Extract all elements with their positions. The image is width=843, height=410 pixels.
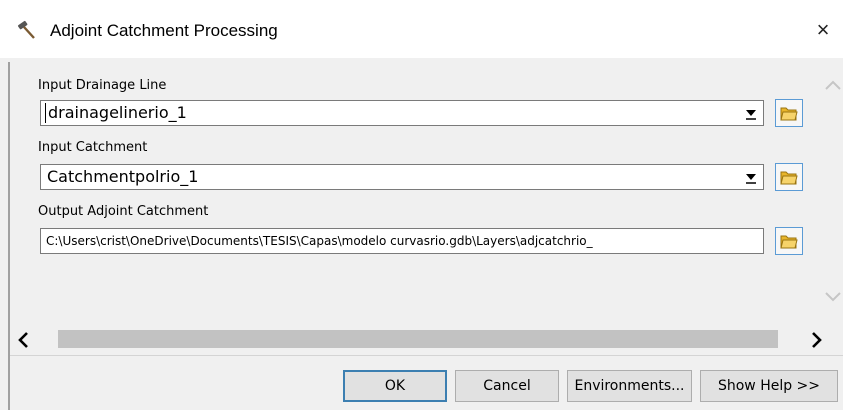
divider [10,355,843,356]
show-help-button[interactable]: Show Help >> [700,370,838,402]
folder-open-icon [780,107,798,121]
scrollbar-thumb[interactable] [58,330,778,348]
output-catchment-label: Output Adjoint Catchment [38,204,209,219]
parameters-panel: Input Drainage Line drainagelinerio_1 In… [10,62,843,322]
chevron-down-icon[interactable] [743,169,759,185]
folder-open-icon [780,235,798,249]
close-button[interactable]: × [803,12,843,48]
catchment-value: Catchmentpolrio_1 [47,167,199,186]
drainage-line-browse-button[interactable] [775,99,803,127]
scroll-down-icon[interactable] [823,286,843,306]
output-catchment-path: C:\Users\crist\OneDrive\Documents\TESIS\… [46,234,593,248]
window-title: Adjoint Catchment Processing [50,21,278,40]
hammer-icon [17,20,35,39]
environments-button[interactable]: Environments... [567,370,692,402]
folder-open-icon [780,171,798,185]
close-icon: × [816,17,830,42]
scroll-right-icon[interactable] [806,330,826,350]
title-bar: Adjoint Catchment Processing × [0,0,843,58]
scroll-left-icon[interactable] [14,330,34,350]
catchment-combobox[interactable]: Catchmentpolrio_1 [40,164,764,190]
drainage-line-value: drainagelinerio_1 [45,103,187,123]
drainage-line-label: Input Drainage Line [38,78,167,93]
output-catchment-input[interactable]: C:\Users\crist\OneDrive\Documents\TESIS\… [40,228,764,254]
output-catchment-browse-button[interactable] [775,227,803,255]
scroll-up-icon[interactable] [823,76,843,96]
catchment-browse-button[interactable] [775,163,803,191]
chevron-down-icon[interactable] [743,105,759,121]
ok-button[interactable]: OK [343,370,447,402]
cancel-button[interactable]: Cancel [455,370,559,402]
horizontal-scrollbar[interactable] [10,324,843,354]
drainage-line-combobox[interactable]: drainagelinerio_1 [40,100,764,126]
catchment-label: Input Catchment [38,140,148,155]
